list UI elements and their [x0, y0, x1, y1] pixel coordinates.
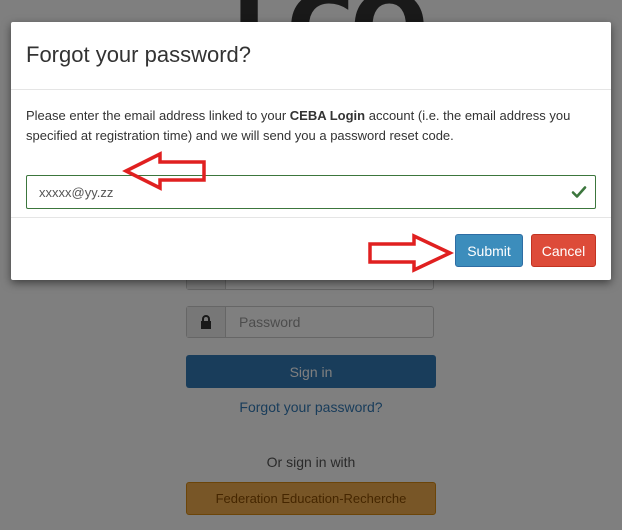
cancel-button[interactable]: Cancel [531, 234, 596, 267]
desc-account-name: CEBA Login [289, 108, 366, 123]
dialog-title: Forgot your password? [26, 42, 251, 67]
dialog-footer: Submit Cancel [11, 218, 611, 280]
submit-button[interactable]: Submit [455, 234, 523, 267]
email-field[interactable] [26, 175, 596, 209]
dialog-body: Please enter the email address linked to… [11, 90, 611, 218]
forgot-password-dialog: Forgot your password? Please enter the e… [11, 22, 611, 280]
check-icon [571, 186, 587, 198]
dialog-header: Forgot your password? [11, 22, 611, 90]
email-input[interactable] [27, 176, 571, 208]
desc-prefix: Please enter the email address linked to… [26, 108, 290, 123]
dialog-description: Please enter the email address linked to… [26, 106, 596, 146]
